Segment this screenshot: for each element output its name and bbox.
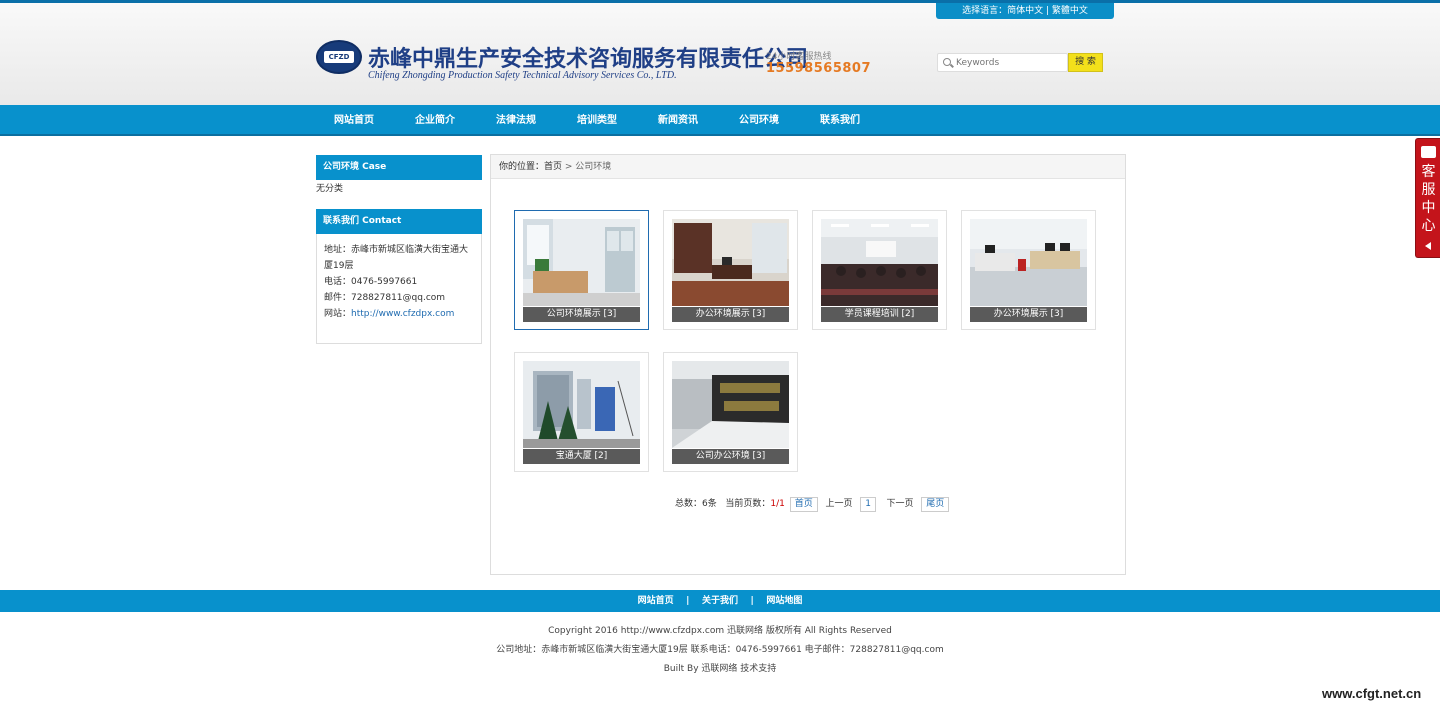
search-icon <box>943 58 951 66</box>
footer-link-about[interactable]: 关于我们 <box>702 596 738 606</box>
service-char: 客 <box>1421 164 1436 180</box>
breadcrumb-home-link[interactable]: 首页 <box>544 162 562 172</box>
gallery-item[interactable]: 办公环境展示 [3] <box>663 210 798 330</box>
search-input[interactable] <box>956 56 1064 70</box>
language-traditional-link[interactable]: 繁體中文 <box>1052 6 1088 16</box>
language-separator: | <box>1043 6 1052 16</box>
pager-last-button[interactable]: 尾页 <box>921 497 950 512</box>
footer-link-sitemap[interactable]: 网站地图 <box>766 596 802 606</box>
breadcrumb-separator: > <box>562 162 576 172</box>
gallery-image <box>821 219 938 306</box>
nav-item-environment[interactable]: 公司环境 <box>739 105 779 136</box>
gallery-item[interactable]: 宝通大厦 [2] <box>514 352 649 472</box>
pager-prev-button[interactable]: 上一页 <box>825 499 852 509</box>
logo-text: CFZD <box>324 51 354 63</box>
pager-current-value: 1/1 <box>770 499 785 509</box>
sidebar-contact-header: 联系我们 Contact <box>316 209 482 234</box>
pager-next-button[interactable]: 下一页 <box>887 499 914 509</box>
language-label: 选择语言： <box>962 6 1008 16</box>
sidebar-contact-box: 地址：赤峰市新城区临潢大街宝通大 厦19层 电话：0476-5997661 邮件… <box>316 234 482 344</box>
language-simplified-link[interactable]: 简体中文 <box>1007 6 1043 16</box>
contact-address-line2: 厦19层 <box>324 261 354 271</box>
gallery-caption: 办公环境展示 [3] <box>970 307 1087 322</box>
nav-item-home[interactable]: 网站首页 <box>334 105 374 136</box>
office-photo <box>672 219 789 306</box>
contact-website-link[interactable]: http://www.cfzdpx.com <box>351 309 454 319</box>
breadcrumb-current: 公司环境 <box>575 162 612 172</box>
company-name-en: Chifeng Zhongding Production Safety Tech… <box>368 70 677 81</box>
nav-item-laws[interactable]: 法律法规 <box>496 105 536 136</box>
office-photo <box>970 219 1087 306</box>
gallery-item[interactable]: 公司环境展示 [3] <box>514 210 649 330</box>
gallery-item[interactable]: 公司办公环境 [3] <box>663 352 798 472</box>
customer-service-label: 客 服 中 心 <box>1420 163 1437 235</box>
service-char: 服 <box>1421 182 1436 198</box>
gallery-caption: 办公环境展示 [3] <box>672 307 789 322</box>
service-char: 中 <box>1421 200 1436 216</box>
contact-address-line1: 地址：赤峰市新城区临潢大街宝通大 <box>324 245 469 255</box>
contact-phone: 电话：0476-5997661 <box>324 277 418 287</box>
sidebar-no-category: 无分类 <box>316 184 344 194</box>
gallery-caption: 公司环境展示 [3] <box>523 307 640 322</box>
gallery-item[interactable]: 办公环境展示 [3] <box>961 210 1096 330</box>
chat-icon <box>1421 146 1436 158</box>
hotline-number: 15598565807 <box>766 61 871 76</box>
pager-first-button[interactable]: 首页 <box>789 497 818 512</box>
contact-website: 网站：http://www.cfzdpx.com <box>324 306 454 322</box>
arrow-left-icon <box>1425 242 1431 250</box>
classroom-photo <box>821 219 938 306</box>
pagination: 总数：6条 当前页数：1/1 首页 上一页 1 下一页 尾页 <box>675 496 951 512</box>
language-bar: 选择语言：简体中文 | 繁體中文 <box>936 3 1114 19</box>
gallery-caption: 公司办公环境 [3] <box>672 449 789 464</box>
pager-total: 总数：6条 <box>675 499 717 509</box>
lobby-photo <box>672 361 789 448</box>
search-box <box>937 53 1068 72</box>
contact-email: 邮件：728827811@qq.com <box>324 293 446 303</box>
footer-link-home[interactable]: 网站首页 <box>638 596 674 606</box>
nav-item-training[interactable]: 培训类型 <box>577 105 617 136</box>
breadcrumb-prefix: 你的位置： <box>499 162 545 172</box>
customer-service-tab[interactable]: 客 服 中 心 <box>1415 138 1440 258</box>
watermark: www.cfgt.net.cn <box>1322 686 1422 701</box>
gallery-caption: 宝通大厦 [2] <box>523 449 640 464</box>
footer-address: 公司地址：赤峰市新城区临潢大街宝通大厦19层 联系电话：0476-5997661… <box>496 645 944 655</box>
gallery-image <box>523 219 640 306</box>
header: 选择语言：简体中文 | 繁體中文 CFZD 赤峰中鼎生产安全技术咨询服务有限责任… <box>0 3 1440 105</box>
gallery-image <box>672 361 789 448</box>
breadcrumb: 你的位置：首页 > 公司环境 <box>491 155 1125 179</box>
nav-item-about[interactable]: 企业简介 <box>415 105 455 136</box>
footer-separator: | <box>750 596 754 606</box>
nav-item-news[interactable]: 新闻资讯 <box>658 105 698 136</box>
service-char: 心 <box>1421 218 1436 234</box>
gallery-image <box>672 219 789 306</box>
office-photo <box>523 219 640 306</box>
logo[interactable]: CFZD <box>316 40 362 74</box>
pager-page-1[interactable]: 1 <box>860 497 876 512</box>
contact-website-label: 网站： <box>324 309 352 319</box>
gallery-image <box>523 361 640 448</box>
building-photo <box>523 361 640 448</box>
gallery-caption: 学员课程培训 [2] <box>821 307 938 322</box>
footer-built-by: Built By 迅联网络 技术支持 <box>663 664 777 674</box>
nav-item-contact[interactable]: 联系我们 <box>820 105 860 136</box>
search-button[interactable]: 搜 索 <box>1068 53 1103 72</box>
footer-links-bar: 网站首页 | 关于我们 | 网站地图 <box>0 590 1440 612</box>
gallery-image <box>970 219 1087 306</box>
gallery-item[interactable]: 学员课程培训 [2] <box>812 210 947 330</box>
main-nav: 网站首页 企业简介 法律法规 培训类型 新闻资讯 公司环境 联系我们 <box>0 105 1440 136</box>
company-name-cn: 赤峰中鼎生产安全技术咨询服务有限责任公司 <box>368 46 809 72</box>
sidebar-category-header: 公司环境 Case <box>316 155 482 180</box>
footer-separator: | <box>686 596 690 606</box>
pager-current-label: 当前页数： <box>725 499 771 509</box>
footer-copyright: Copyright 2016 http://www.cfzdpx.com 迅联网… <box>548 626 892 636</box>
